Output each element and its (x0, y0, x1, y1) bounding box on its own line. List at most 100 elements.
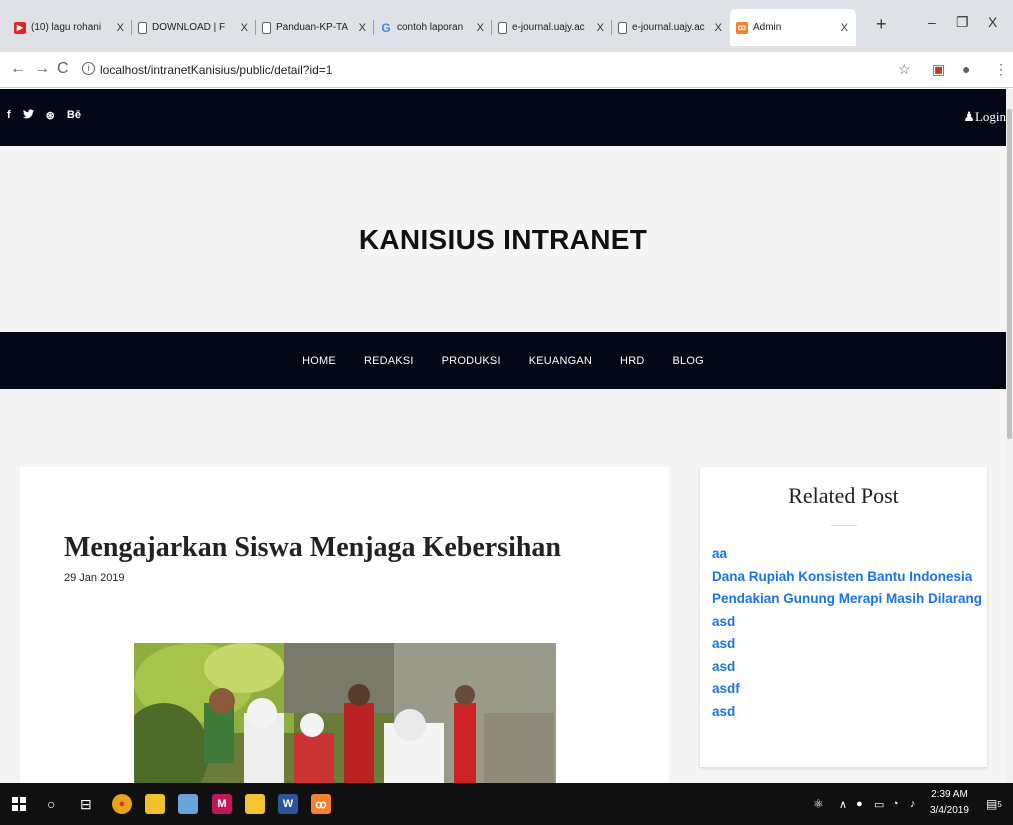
user-icon: ♟ (963, 109, 975, 124)
notification-icon[interactable]: ▤ 5 (986, 793, 1002, 815)
tab-youtube[interactable]: ▶ (10) lagu rohani X (8, 15, 132, 40)
close-icon[interactable]: X (841, 22, 848, 34)
menu-dots-icon[interactable]: ⋮ (994, 61, 1008, 78)
close-icon[interactable]: X (715, 22, 722, 34)
chevron-up-icon[interactable]: ∧ (839, 793, 847, 815)
new-tab-icon[interactable]: + (876, 14, 887, 35)
tab-ejournal-1[interactable]: e-journal.uajy.ac X (492, 15, 612, 40)
related-post-link[interactable]: Dana Rupiah Konsisten Bantu Indonesia (712, 566, 982, 589)
windows-start-icon[interactable] (12, 793, 26, 815)
tab-panduan[interactable]: Panduan-KP-TA X (256, 15, 374, 40)
tab-title: contoh laporan (397, 22, 464, 33)
windows-taskbar: ○ ⊟ ● M W ꝏ ⚛ ∧ ● ▭ ◔ ♪ 2:39 AM 3/4/2019… (0, 783, 1013, 825)
close-icon[interactable]: X (597, 22, 604, 34)
tab-admin[interactable]: ꝏ Admin X (730, 9, 856, 46)
tab-title: DOWNLOAD | F (152, 22, 226, 33)
social-links: f ⊛ Bē (7, 109, 81, 122)
close-icon[interactable]: X (117, 22, 124, 34)
related-post-link[interactable]: asd (712, 611, 982, 634)
facebook-icon[interactable]: f (7, 109, 11, 122)
matlab-icon[interactable]: M (212, 793, 232, 815)
close-icon[interactable]: X (241, 22, 248, 34)
page-viewport: f ⊛ Bē ♟Login KANISIUS INTRANET HOME RED… (0, 89, 1006, 783)
volume-icon[interactable]: ♪ (910, 793, 916, 815)
reload-icon[interactable]: C (57, 60, 69, 78)
profile-avatar-icon[interactable]: ● (962, 61, 970, 77)
related-post-link[interactable]: asd (712, 633, 982, 656)
main-nav: HOME REDAKSI PRODUKSI KEUANGAN HRD BLOG (0, 332, 1006, 389)
site-title[interactable]: KANISIUS INTRANET (0, 224, 1006, 256)
document-icon (138, 21, 147, 34)
scrollbar-thumb[interactable] (1007, 109, 1012, 439)
document-icon (618, 21, 627, 34)
tab-title: Admin (753, 22, 782, 33)
notification-count: 5 (997, 799, 1002, 809)
search-icon[interactable]: ○ (47, 793, 55, 815)
paint-icon[interactable] (178, 793, 198, 815)
forward-icon[interactable]: → (34, 60, 50, 78)
clock-date: 3/4/2019 (930, 805, 969, 816)
related-post-title: Related Post (788, 483, 899, 508)
tab-download[interactable]: DOWNLOAD | F X (132, 15, 256, 40)
close-icon[interactable]: X (359, 22, 366, 34)
tab-strip: ▶ (10) lagu rohani X DOWNLOAD | F X Pand… (8, 9, 856, 46)
related-post-link[interactable]: asd (712, 656, 982, 679)
divider (831, 525, 857, 526)
xampp-taskbar-icon[interactable]: ꝏ (311, 793, 331, 815)
related-post-link[interactable]: Pendakian Gunung Merapi Masih Dilarang (712, 588, 982, 611)
window-close-icon[interactable]: X (988, 14, 997, 30)
nav-produksi[interactable]: PRODUKSI (442, 355, 501, 367)
chrome-taskbar-icon[interactable]: ● (112, 793, 132, 815)
wifi-icon[interactable]: ◔ (892, 793, 899, 815)
dribbble-icon[interactable]: ⊛ (46, 109, 55, 122)
tray-app-icon[interactable]: ● (856, 793, 863, 815)
people-icon[interactable]: ⚛ (813, 793, 824, 815)
login-link[interactable]: ♟Login (963, 109, 1006, 125)
youtube-icon: ▶ (14, 21, 26, 34)
info-icon[interactable]: i (82, 62, 95, 75)
clock-time: 2:39 AM (931, 789, 968, 800)
sticky-notes-icon[interactable] (245, 793, 265, 815)
tab-ejournal-2[interactable]: e-journal.uajy.ac X (612, 15, 730, 40)
restore-icon[interactable]: ❐ (956, 14, 969, 31)
document-icon (498, 21, 507, 34)
related-post-link[interactable]: asdf (712, 678, 982, 701)
back-icon[interactable]: ← (10, 60, 26, 78)
top-bar: f ⊛ Bē ♟Login (0, 89, 1006, 146)
battery-icon[interactable]: ▭ (874, 793, 884, 815)
google-icon: G (381, 20, 391, 35)
login-label: Login (974, 109, 1006, 124)
tab-title: e-journal.uajy.ac (632, 22, 705, 33)
star-icon[interactable]: ☆ (898, 61, 911, 78)
brand-header: KANISIUS INTRANET (0, 146, 1006, 332)
extension-icon[interactable]: ▣ (932, 61, 945, 78)
post-title: Mengajarkan Siswa Menjaga Kebersihan (64, 532, 561, 563)
task-view-icon[interactable]: ⊟ (80, 793, 92, 815)
related-post-link[interactable]: asd (712, 701, 982, 724)
nav-hrd[interactable]: HRD (620, 355, 644, 367)
page-scrollbar[interactable] (1006, 89, 1013, 783)
minimize-icon[interactable]: – (928, 14, 936, 30)
file-explorer-icon[interactable] (145, 793, 165, 815)
post-date: 29 Jan 2019 (64, 572, 125, 584)
behance-icon[interactable]: Bē (67, 109, 81, 122)
url-input[interactable]: localhost/intranetKanisius/public/detail… (100, 63, 332, 77)
word-icon[interactable]: W (278, 793, 298, 815)
related-post-link[interactable]: aa (712, 543, 982, 566)
close-icon[interactable]: X (477, 22, 484, 34)
nav-keuangan[interactable]: KEUANGAN (529, 355, 592, 367)
document-icon (262, 21, 271, 34)
related-post-card: Related Post aa Dana Rupiah Konsisten Ba… (700, 467, 987, 767)
address-bar: ← → C i localhost/intranetKanisius/publi… (0, 52, 1013, 88)
nav-blog[interactable]: BLOG (672, 355, 703, 367)
tab-title: e-journal.uajy.ac (512, 22, 585, 33)
nav-home[interactable]: HOME (302, 355, 336, 367)
tab-title: Panduan-KP-TA (276, 22, 349, 33)
browser-tab-bar: ▶ (10) lagu rohani X DOWNLOAD | F X Pand… (0, 0, 1013, 52)
twitter-icon[interactable] (22, 109, 34, 122)
post-image (134, 643, 556, 783)
system-clock[interactable]: 2:39 AM 3/4/2019 (930, 787, 969, 819)
nav-redaksi[interactable]: REDAKSI (364, 355, 414, 367)
tab-google[interactable]: G contoh laporan X (374, 15, 492, 40)
xampp-icon: ꝏ (736, 21, 748, 34)
